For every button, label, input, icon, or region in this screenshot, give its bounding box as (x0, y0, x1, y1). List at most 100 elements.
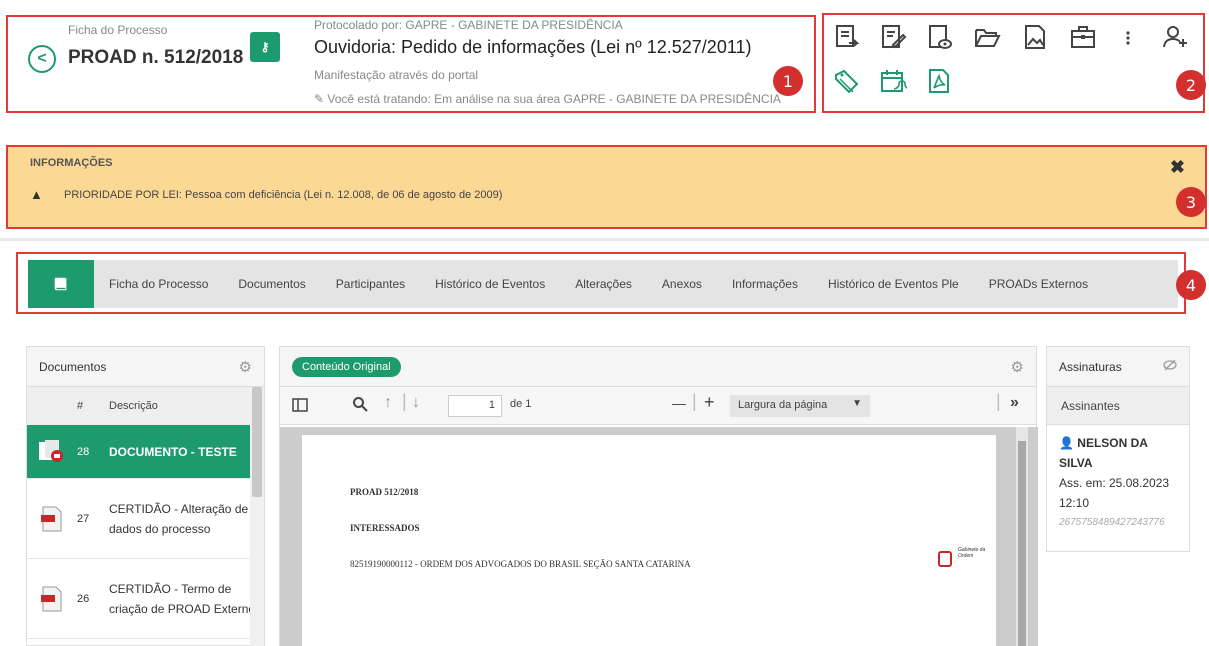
marker-1: 1 (773, 66, 803, 96)
eye-off-icon[interactable] (1163, 358, 1177, 376)
divider (0, 238, 1209, 241)
signature-hash: 2675758489427243776 (1059, 517, 1165, 528)
info-banner: INFORMAÇÕES ▲ PRIORIDADE POR LEI: Pessoa… (6, 145, 1207, 229)
tab-bar: Ficha do Processo Documentos Participant… (28, 260, 1178, 308)
back-button[interactable]: < (28, 45, 56, 73)
tab-informacoes[interactable]: Informações (717, 277, 813, 291)
page-up-icon[interactable]: ↑ (384, 394, 392, 412)
document-view-icon[interactable] (924, 21, 954, 53)
info-message: PRIORIDADE POR LEI: Pessoa com deficiênc… (64, 189, 503, 201)
pdf-line: 82519190000112 - ORDEM DOS ADVOGADOS DO … (350, 559, 691, 569)
pdf-line: INTERESSADOS (350, 523, 420, 533)
document-row[interactable]: 26 CERTIDÃO - Termo de criação de PROAD … (27, 559, 264, 639)
document-edit-icon[interactable] (878, 21, 908, 53)
tab-historico[interactable]: Histórico de Eventos (420, 277, 560, 291)
folder-open-icon[interactable] (972, 21, 1002, 53)
viewer-panel: Conteúdo Original ⚙ ↑ | ↓ 1 de 1 — | + L… (279, 346, 1038, 646)
signatures-title: Assinaturas (1059, 359, 1122, 374)
info-title: INFORMAÇÕES (30, 157, 113, 169)
document-description: CERTIDÃO - Termo de criação de PROAD Ext… (109, 581, 256, 616)
pdf-line: PROAD 512/2018 (350, 487, 419, 497)
viewer-header: Conteúdo Original ⚙ (280, 347, 1036, 387)
marker-4: 4 (1176, 270, 1206, 300)
pdf-page: PROAD 512/2018 INTERESSADOS 825191900001… (302, 435, 996, 646)
tab-proads-externos[interactable]: PROADs Externos (974, 277, 1103, 291)
page-down-icon[interactable]: ↓ (412, 394, 420, 412)
tab-anexos[interactable]: Anexos (647, 277, 717, 291)
tag-icon[interactable] (832, 65, 862, 97)
content-badge[interactable]: Conteúdo Original (292, 356, 401, 377)
document-number: 28 (77, 445, 90, 458)
documents-title: Documentos (39, 359, 107, 374)
toolbar-divider: | (402, 391, 407, 411)
signer-name-row: 👤 NELSON DA SILVA (1059, 433, 1177, 473)
tab-book[interactable] (28, 260, 94, 308)
document-row[interactable]: 27 CERTIDÃO - Alteração de dados do proc… (27, 479, 264, 559)
tab-participantes[interactable]: Participantes (321, 277, 420, 291)
pdf-file-icon (27, 586, 77, 612)
key-button[interactable]: ⚷ (250, 32, 280, 62)
zoom-select[interactable]: Largura da página ▼ (730, 395, 870, 417)
zoom-value: Largura da página (738, 399, 828, 411)
manifestacao-text: Manifestação através do portal (314, 68, 479, 82)
signer-card: 👤 NELSON DA SILVA Ass. em: 25.08.2023 12… (1047, 425, 1189, 541)
pdf-toolbar: ↑ | ↓ 1 de 1 — | + Largura da página ▼ |… (280, 387, 1036, 425)
tab-ficha[interactable]: Ficha do Processo (94, 277, 223, 291)
protocolado-text: Protocolado por: GAPRE - GABINETE DA PRE… (314, 18, 623, 32)
signatures-header: Assinaturas (1047, 347, 1189, 387)
signature-date: Ass. em: 25.08.2023 12:10 (1059, 476, 1170, 510)
documents-header: Documentos ⚙ (27, 347, 264, 387)
process-title: Ouvidoria: Pedido de informações (Lei nº… (314, 37, 752, 57)
proad-number: PROAD n. 512/2018 (68, 47, 244, 68)
toolbar-divider: | (996, 391, 1001, 411)
user-icon: 👤 (1059, 436, 1074, 450)
calendar-alert-icon[interactable] (878, 65, 908, 97)
tab-historico-ple[interactable]: Histórico de Eventos Ple (813, 277, 974, 291)
documents-scroll-thumb[interactable] (252, 387, 262, 497)
more-tools-button[interactable]: » (1010, 394, 1019, 412)
gear-icon[interactable]: ⚙ (239, 358, 252, 376)
sidebar-toggle-icon[interactable] (292, 397, 308, 416)
document-multi-icon (27, 438, 77, 466)
close-icon[interactable]: ✖ (1170, 157, 1185, 178)
stamp-text: Gabinete da Ordem (958, 547, 986, 559)
document-description: CERTIDÃO - Alteração de dados do process… (109, 501, 249, 536)
action-toolbar (822, 13, 1205, 113)
more-vertical-icon[interactable] (1120, 21, 1136, 53)
search-icon[interactable] (352, 396, 368, 415)
add-user-icon[interactable] (1160, 21, 1190, 53)
warning-icon: ▲ (30, 187, 43, 202)
document-description: DOCUMENTO - TESTE (109, 444, 237, 459)
briefcase-icon[interactable] (1068, 21, 1098, 53)
document-number: 26 (77, 592, 90, 605)
status-text: ✎ Você está tratando: Em análise na sua … (314, 92, 804, 106)
document-row[interactable]: 28 DOCUMENTO - TESTE (27, 425, 264, 479)
pdf-scroll-thumb[interactable] (1018, 441, 1026, 646)
zoom-in-button[interactable]: + (704, 392, 715, 413)
document-image-icon[interactable] (1020, 21, 1050, 53)
breadcrumb: Ficha do Processo (68, 23, 168, 37)
pdf-canvas[interactable]: PROAD 512/2018 INTERESSADOS 825191900001… (280, 427, 1038, 646)
edit-icon: ✎ (314, 92, 328, 106)
zoom-out-button[interactable]: — (672, 395, 686, 411)
chevron-down-icon: ▼ (852, 398, 862, 409)
tab-documentos[interactable]: Documentos (223, 277, 320, 291)
book-icon (54, 277, 67, 291)
key-icon: ⚷ (260, 40, 270, 54)
documents-panel: Documentos ⚙ # Descrição 28 DOCUMENTO - … (26, 346, 265, 646)
document-forward-icon[interactable] (832, 21, 862, 53)
process-header: < Ficha do Processo PROAD n. 512/2018 ⚷ … (6, 15, 816, 113)
col-num: # (77, 400, 84, 412)
tab-alteracoes[interactable]: Alterações (560, 277, 647, 291)
page-count: de 1 (510, 398, 532, 410)
signatures-panel: Assinaturas Assinantes 👤 NELSON DA SILVA… (1046, 346, 1190, 552)
gear-icon[interactable]: ⚙ (1011, 358, 1024, 376)
documents-columns: # Descrição (27, 387, 264, 425)
status-label: Você está tratando: Em análise na sua ár… (327, 92, 781, 106)
tabs-container: Ficha do Processo Documentos Participant… (16, 252, 1186, 314)
signers-header: Assinantes (1047, 387, 1189, 425)
marker-2: 2 (1176, 70, 1206, 100)
pdf-icon[interactable] (924, 65, 954, 97)
page-number-input[interactable]: 1 (448, 395, 502, 417)
marker-3: 3 (1176, 187, 1206, 217)
